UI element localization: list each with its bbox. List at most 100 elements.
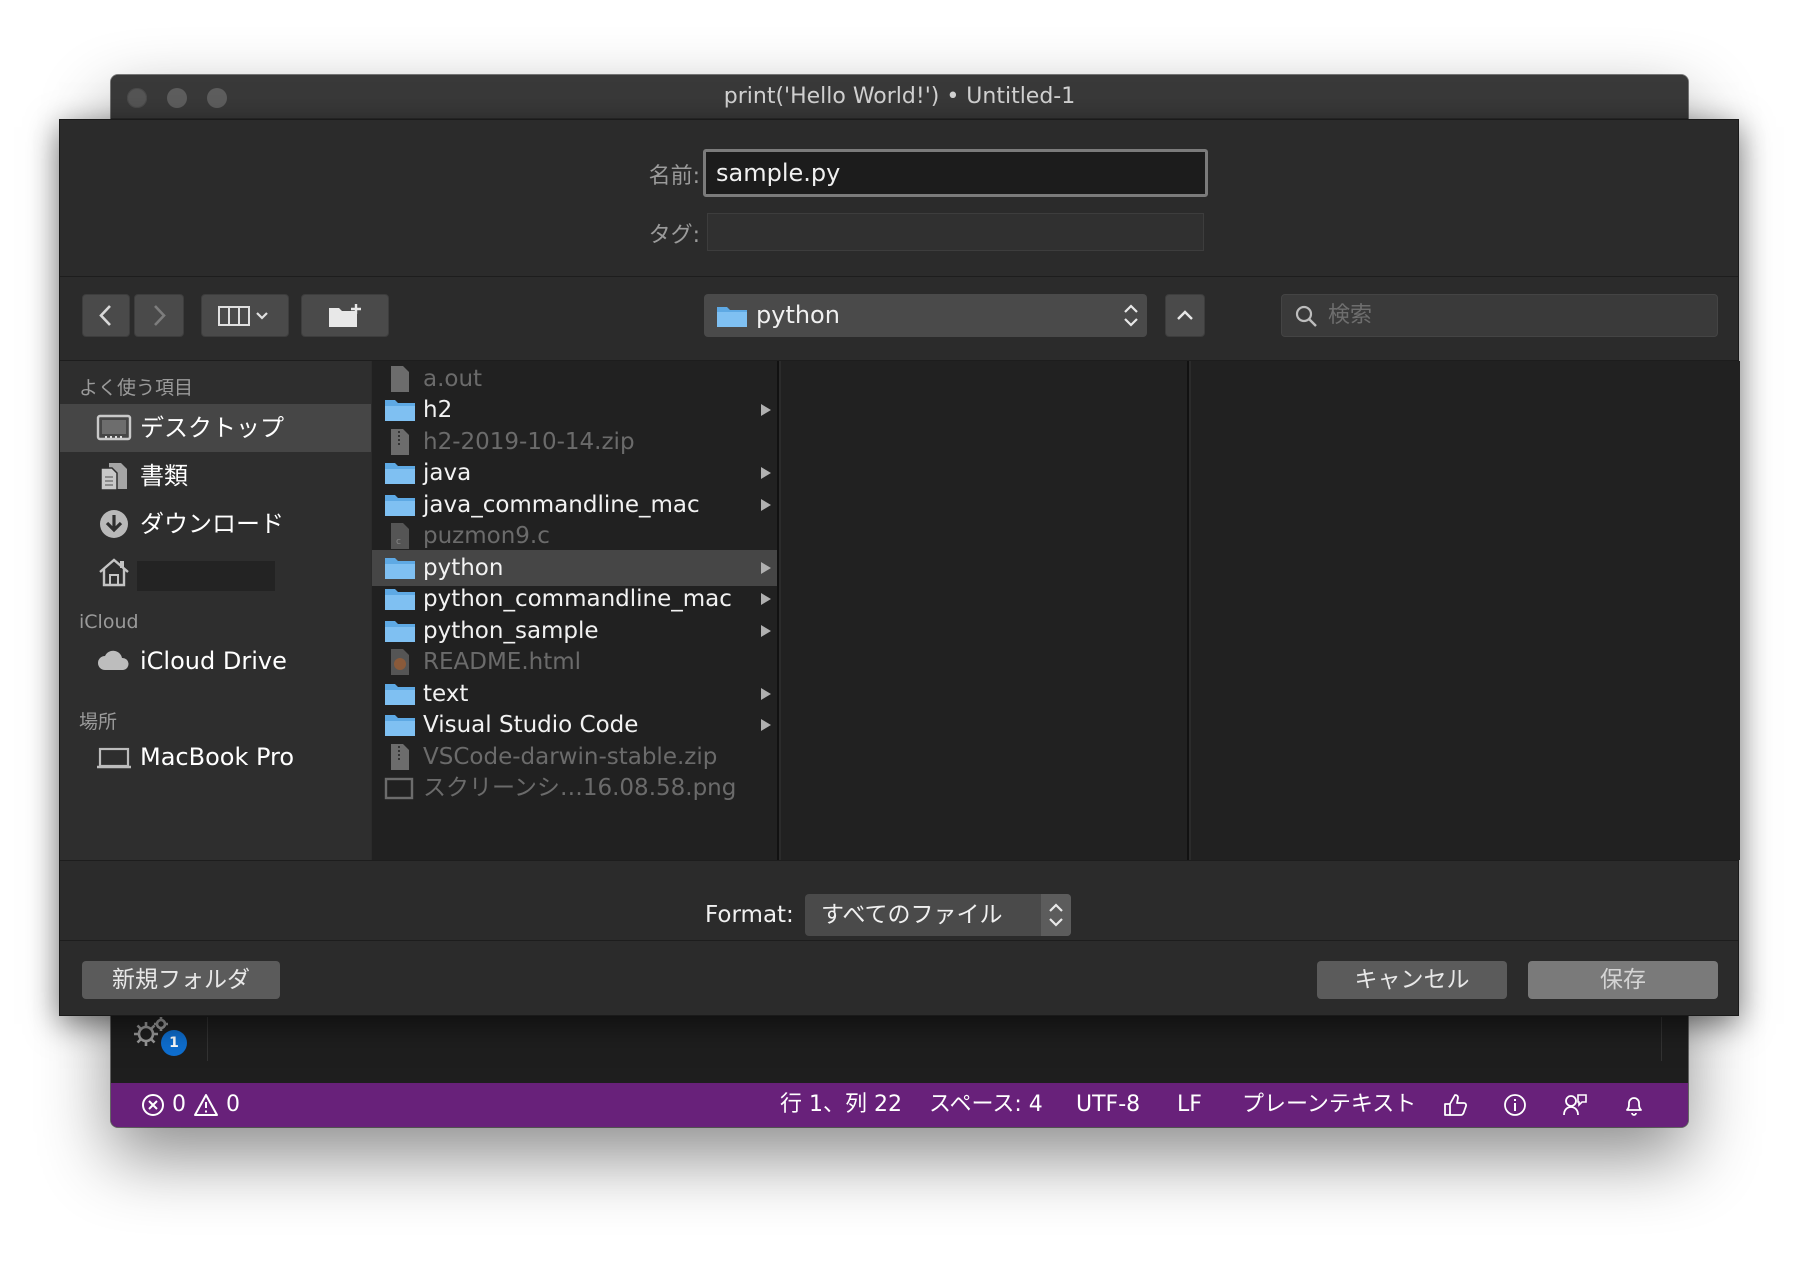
name-label: 名前:: [648, 164, 700, 189]
error-count: 0: [172, 1092, 186, 1117]
eol-setting[interactable]: LF: [1177, 1083, 1202, 1127]
cloud-icon: [98, 650, 129, 670]
folder-icon: [385, 558, 415, 579]
folder-icon: [717, 307, 747, 327]
home-icon: [99, 558, 129, 587]
view-mode-button[interactable]: [201, 294, 289, 337]
search-placeholder: 検索: [1328, 303, 1373, 328]
search-field[interactable]: 検索: [1281, 294, 1718, 337]
file-name: puzmon9.c: [423, 523, 550, 549]
updown-chevron-icon: [1049, 903, 1063, 927]
file-row[interactable]: c puzmon9.c: [372, 518, 777, 554]
tag-label: タグ:: [648, 223, 700, 248]
disclosure-arrow-icon: [761, 467, 771, 479]
documents-icon: [100, 463, 127, 491]
back-button[interactable]: [82, 294, 130, 337]
chevron-left-icon: [99, 305, 111, 326]
warning-count: 0: [226, 1092, 240, 1117]
separator: [60, 940, 1738, 941]
updown-chevron-icon: [1124, 304, 1138, 327]
zip-icon: [391, 744, 409, 770]
disclosure-arrow-icon: [761, 719, 771, 731]
file-column-empty: [781, 361, 1189, 860]
language-mode[interactable]: プレーンテキスト: [1242, 1083, 1416, 1127]
notification-badge: 1: [161, 1030, 187, 1056]
separator: [60, 276, 1738, 277]
file-name: h2: [423, 397, 453, 423]
new-folder-button[interactable]: 新規フォルダ: [82, 961, 280, 999]
location-popup[interactable]: python: [704, 294, 1147, 337]
feedback-icon[interactable]: [1562, 1093, 1588, 1117]
disclosure-arrow-icon: [761, 562, 771, 574]
sidebar-item-icloud-drive[interactable]: iCloud Drive: [60, 637, 371, 685]
file-column-empty: [1191, 361, 1740, 860]
disclosure-arrow-icon: [761, 499, 771, 511]
format-stepper: [1041, 894, 1071, 936]
file-row[interactable]: README.html: [372, 644, 777, 680]
desktop-icon: [96, 414, 132, 441]
new-folder-toolbar-button[interactable]: [301, 294, 389, 337]
forward-button[interactable]: [134, 294, 184, 337]
chevron-up-icon: [1177, 310, 1193, 320]
sidebar-item-downloads[interactable]: ダウンロード: [60, 500, 371, 548]
error-icon: [142, 1094, 164, 1116]
warning-icon: [194, 1094, 218, 1116]
sidebar-item-label: MacBook Pro: [140, 743, 295, 771]
folder-row[interactable]: java: [372, 455, 777, 491]
file-column: a.out h2 h2-2019-10-14.zip java java_com…: [372, 361, 779, 860]
document-icon: [391, 366, 409, 392]
tags-field[interactable]: [707, 213, 1204, 251]
icloud-header: iCloud: [79, 611, 139, 633]
file-name: README.html: [423, 649, 582, 675]
save-dialog: 名前: sample.py タグ: python 検索 よく使う項目 デスクトッ…: [59, 119, 1740, 1016]
downloads-icon: [100, 510, 128, 538]
zip-icon: [391, 429, 409, 455]
format-popup[interactable]: すべてのファイル: [805, 894, 1071, 936]
chevron-right-icon: [154, 305, 166, 326]
info-icon[interactable]: [1503, 1093, 1527, 1117]
file-name: Visual Studio Code: [423, 712, 639, 738]
search-icon: [1295, 305, 1317, 327]
sidebar-item-macbook-pro[interactable]: MacBook Pro: [60, 733, 371, 781]
folder-icon: [385, 463, 415, 484]
sidebar-item-label: デスクトップ: [140, 414, 284, 442]
encoding-setting[interactable]: UTF-8: [1076, 1083, 1140, 1127]
html-file-icon: [391, 649, 409, 675]
format-value: すべてのファイル: [821, 902, 1003, 928]
file-row[interactable]: スクリーンシ…16.08.58.png: [372, 770, 777, 806]
title-bar: print('Hello World!') • Untitled-1: [111, 75, 1688, 119]
save-button[interactable]: 保存: [1528, 961, 1718, 999]
sidebar-item-label: ダウンロード: [140, 510, 284, 538]
disclosure-arrow-icon: [761, 688, 771, 700]
new-folder-icon: [329, 304, 361, 327]
sidebar-item-label: iCloud Drive: [140, 647, 287, 675]
problems-indicator[interactable]: 0 0: [141, 1083, 240, 1127]
folder-row[interactable]: h2: [372, 392, 777, 428]
folder-row[interactable]: python_commandline_mac: [372, 581, 777, 617]
cancel-button[interactable]: キャンセル: [1317, 961, 1507, 999]
bell-icon[interactable]: [1622, 1093, 1646, 1117]
file-name: スクリーンシ…16.08.58.png: [423, 775, 737, 801]
expand-collapse-button[interactable]: [1165, 294, 1205, 337]
file-name: python_commandline_mac: [423, 586, 732, 612]
filename-field[interactable]: sample.py: [703, 149, 1208, 197]
disclosure-arrow-icon: [761, 625, 771, 637]
indentation-setting[interactable]: スペース: 4: [929, 1083, 1043, 1127]
sidebar-item-desktop[interactable]: デスクトップ: [60, 404, 371, 452]
sidebar-item-home[interactable]: [60, 548, 371, 596]
folder-icon: [385, 589, 415, 610]
window-title: print('Hello World!') • Untitled-1: [723, 84, 1076, 109]
editor-divider: [207, 1017, 208, 1061]
folder-row[interactable]: Visual Studio Code: [372, 707, 777, 743]
file-name: java: [423, 460, 472, 486]
folder-icon: [385, 621, 415, 642]
sidebar: よく使う項目 デスクトップ 書類 ダウンロード iCloud iCloud Dr…: [60, 361, 371, 860]
cursor-position[interactable]: 行 1、列 22: [780, 1083, 902, 1127]
sidebar-item-documents[interactable]: 書類: [60, 452, 371, 500]
locations-header: 場所: [79, 711, 118, 733]
image-file-icon: [384, 777, 414, 800]
folder-icon: [385, 495, 415, 516]
format-label: Format:: [705, 902, 794, 928]
thumbs-up-icon[interactable]: [1442, 1093, 1468, 1117]
columns-view-icon: [218, 306, 268, 326]
